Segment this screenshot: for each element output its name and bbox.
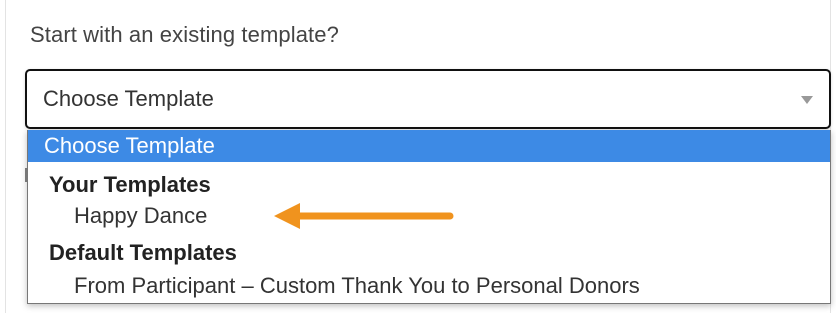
template-question-label: Start with an existing template? xyxy=(30,22,339,47)
underlying-field-edge xyxy=(25,168,28,182)
optgroup-your-templates: Your Templates xyxy=(49,172,211,197)
option-choose-template[interactable]: Choose Template xyxy=(28,130,830,162)
arrow-left-icon xyxy=(274,203,454,229)
chevron-down-icon[interactable] xyxy=(801,96,813,104)
optgroup-default-templates: Default Templates xyxy=(49,240,237,265)
option-custom-thank-you[interactable]: From Participant – Custom Thank You to P… xyxy=(28,270,830,301)
template-select[interactable]: Choose Template xyxy=(25,69,831,129)
template-select-value: Choose Template xyxy=(43,86,214,111)
